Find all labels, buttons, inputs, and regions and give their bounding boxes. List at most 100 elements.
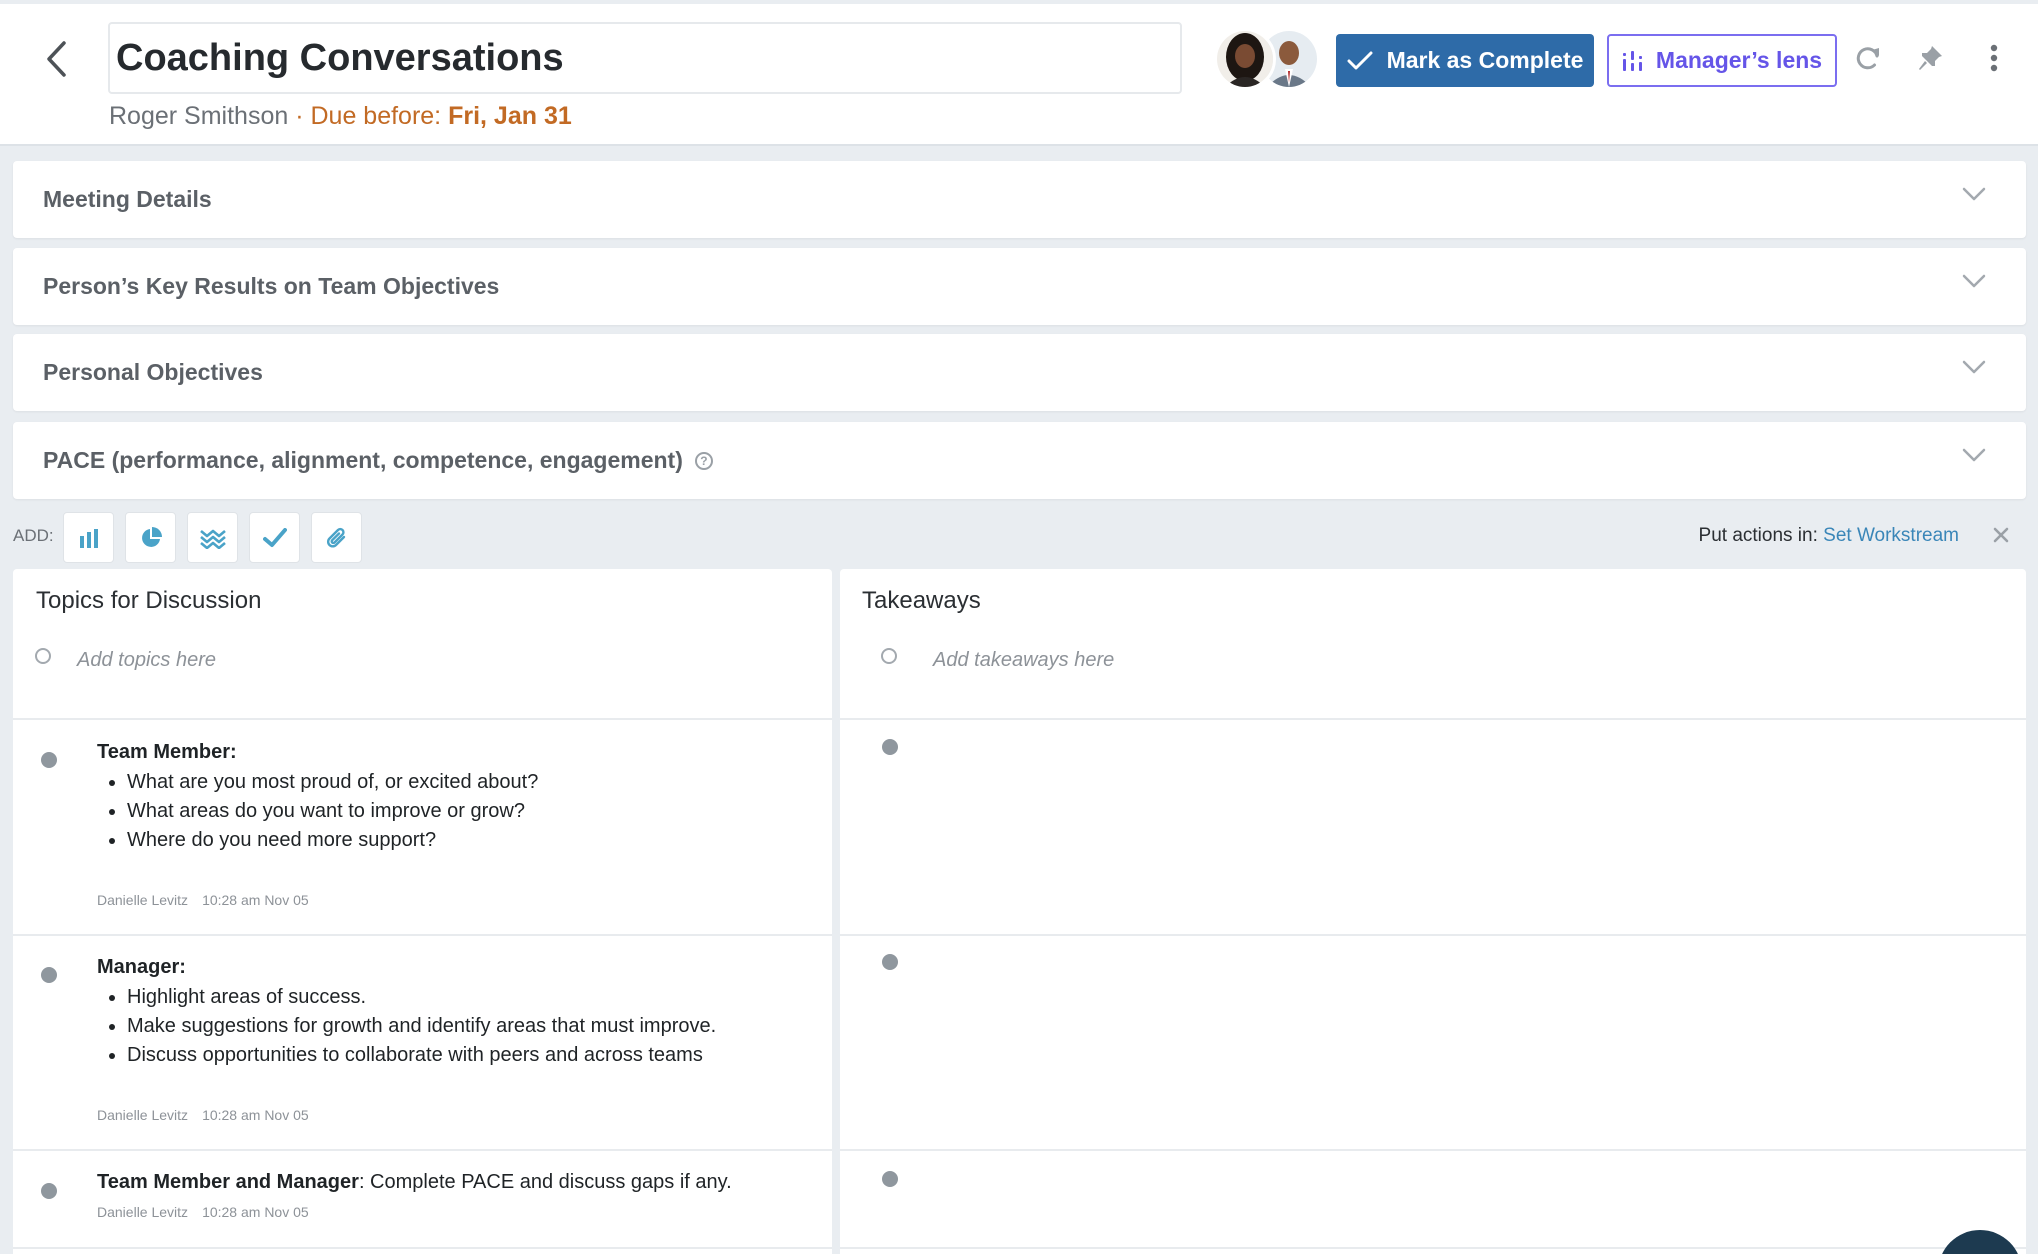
section-label: Meeting Details	[43, 186, 212, 212]
kebab-menu-icon	[1990, 44, 1998, 72]
put-actions: Put actions in: Set Workstream	[1699, 525, 1959, 547]
takeaways-panel: Takeaways Add takeaways here	[840, 569, 2026, 1254]
divider	[13, 934, 832, 936]
paperclip-icon	[326, 527, 345, 548]
empty-circle-icon	[35, 648, 51, 664]
bullet-dot-icon[interactable]	[882, 954, 898, 970]
person-name: Roger Smithson	[109, 102, 289, 130]
lens-bars-icon	[1622, 50, 1642, 71]
bullet-dot-icon[interactable]	[41, 1183, 57, 1199]
divider	[840, 934, 2026, 936]
bullet-dot-icon[interactable]	[882, 739, 898, 755]
add-label: ADD:	[13, 526, 54, 545]
topic-meta: Danielle Levitz 10:28 am Nov 05	[97, 892, 309, 908]
add-attachment-button[interactable]	[311, 512, 362, 563]
timestamp: 10:28 am Nov 05	[202, 892, 309, 908]
due-date: Fri, Jan 31	[448, 102, 572, 130]
divider	[840, 718, 2026, 720]
takeaways-heading: Takeaways	[862, 587, 981, 614]
topic-heading: Team Member:	[97, 741, 237, 763]
add-action-button[interactable]	[249, 512, 300, 563]
add-toolbar: ADD: Put actions in: Set Workstream	[13, 508, 2026, 563]
section-meeting-details[interactable]: Meeting Details	[13, 161, 2026, 238]
add-workstream-button[interactable]	[187, 512, 238, 563]
topic-item[interactable]: Team Member and Manager: Complete PACE a…	[97, 1171, 732, 1194]
bullet-text: What areas do you want to improve or gro…	[97, 797, 538, 826]
bullet-text: Make suggestions for growth and identify…	[97, 1012, 716, 1041]
author-name: Danielle Levitz	[97, 892, 189, 908]
managers-lens-label: Manager’s lens	[1655, 47, 1823, 73]
add-takeaway-input[interactable]: Add takeaways here	[933, 649, 1114, 672]
bullet-text: Highlight areas of success.	[97, 983, 716, 1012]
topic-bullets: What are you most proud of, or excited a…	[97, 768, 538, 855]
author-name: Danielle Levitz	[97, 1204, 189, 1220]
topic-item[interactable]: Team Member: What are you most proud of,…	[97, 741, 538, 855]
topic-meta: Danielle Levitz 10:28 am Nov 05	[97, 1107, 309, 1123]
due-prefix: Due before:	[310, 102, 442, 130]
waves-icon	[199, 529, 226, 549]
chevron-down-icon	[1962, 274, 1986, 288]
topic-meta: Danielle Levitz 10:28 am Nov 05	[97, 1204, 309, 1220]
add-chart-button[interactable]	[63, 512, 114, 563]
close-button[interactable]	[1988, 522, 2014, 548]
close-icon	[1993, 527, 2009, 543]
more-menu-button[interactable]	[1974, 38, 2014, 78]
chevron-down-icon	[1962, 360, 1986, 374]
add-pie-button[interactable]	[125, 512, 176, 563]
participants	[1214, 28, 1320, 90]
topic-text: : Complete PACE and discuss gaps if any.	[358, 1171, 732, 1193]
divider	[13, 1247, 832, 1249]
bullet-dot-icon[interactable]	[41, 752, 57, 768]
title-input[interactable]: Coaching Conversations	[108, 22, 1182, 94]
topic-heading: Team Member and Manager	[97, 1171, 359, 1193]
subtitle-line: Roger Smithson · Due before: Fri, Jan 31	[109, 102, 572, 131]
help-icon[interactable]: ?	[694, 451, 713, 470]
bullet-dot-icon[interactable]	[41, 967, 57, 983]
bullet-text: What are you most proud of, or excited a…	[97, 768, 538, 797]
bullet-text: Where do you need more support?	[97, 826, 538, 855]
add-topic-input[interactable]: Add topics here	[77, 649, 216, 672]
mark-complete-label: Mark as Complete	[1386, 47, 1584, 73]
page-title: Coaching Conversations	[116, 36, 564, 79]
pie-chart-icon	[141, 526, 162, 547]
section-label: Person’s Key Results on Team Objectives	[43, 273, 500, 299]
due-info: · Due before: Fri, Jan 31	[295, 102, 572, 130]
refresh-icon	[1856, 47, 1879, 70]
section-key-results[interactable]: Person’s Key Results on Team Objectives	[13, 248, 2026, 325]
topic-item[interactable]: Manager: Highlight areas of success. Mak…	[97, 956, 716, 1070]
bullet-dot-icon[interactable]	[882, 1171, 898, 1187]
back-button[interactable]	[36, 34, 76, 84]
bar-chart-icon	[79, 528, 98, 548]
topic-heading: Manager:	[97, 956, 186, 978]
page-header: Coaching Conversations Roger Smithson · …	[0, 0, 2038, 146]
author-name: Danielle Levitz	[97, 1107, 189, 1123]
topic-bullets: Highlight areas of success. Make suggest…	[97, 983, 716, 1070]
divider	[840, 1149, 2026, 1151]
chevron-left-icon	[47, 41, 66, 77]
refresh-button[interactable]	[1848, 38, 1888, 78]
section-label: Personal Objectives	[43, 359, 263, 385]
timestamp: 10:28 am Nov 05	[202, 1204, 309, 1220]
set-workstream-link[interactable]: Set Workstream	[1823, 525, 1959, 546]
managers-lens-button[interactable]: Manager’s lens	[1607, 34, 1837, 87]
empty-circle-icon	[881, 648, 897, 664]
bullet-text: Discuss opportunities to collaborate wit…	[97, 1041, 716, 1070]
pin-icon	[1919, 46, 1942, 70]
section-personal-objectives[interactable]: Personal Objectives	[13, 334, 2026, 411]
mark-complete-button[interactable]: Mark as Complete	[1336, 34, 1594, 87]
separator: ·	[295, 102, 304, 130]
put-actions-label: Put actions in:	[1698, 525, 1818, 546]
check-icon	[1347, 51, 1373, 69]
avatar[interactable]	[1214, 28, 1276, 90]
chevron-down-icon	[1962, 448, 1986, 462]
divider	[840, 1247, 2026, 1249]
section-label: PACE (performance, alignment, competence…	[43, 447, 683, 473]
section-pace[interactable]: PACE (performance, alignment, competence…	[13, 422, 2026, 499]
topics-panel: Topics for Discussion Add topics here Te…	[13, 569, 832, 1254]
divider	[13, 718, 832, 720]
pin-button[interactable]	[1910, 38, 1950, 78]
topics-heading: Topics for Discussion	[36, 587, 262, 614]
timestamp: 10:28 am Nov 05	[202, 1107, 309, 1123]
checkmark-icon	[262, 527, 287, 547]
chevron-down-icon	[1962, 187, 1986, 201]
